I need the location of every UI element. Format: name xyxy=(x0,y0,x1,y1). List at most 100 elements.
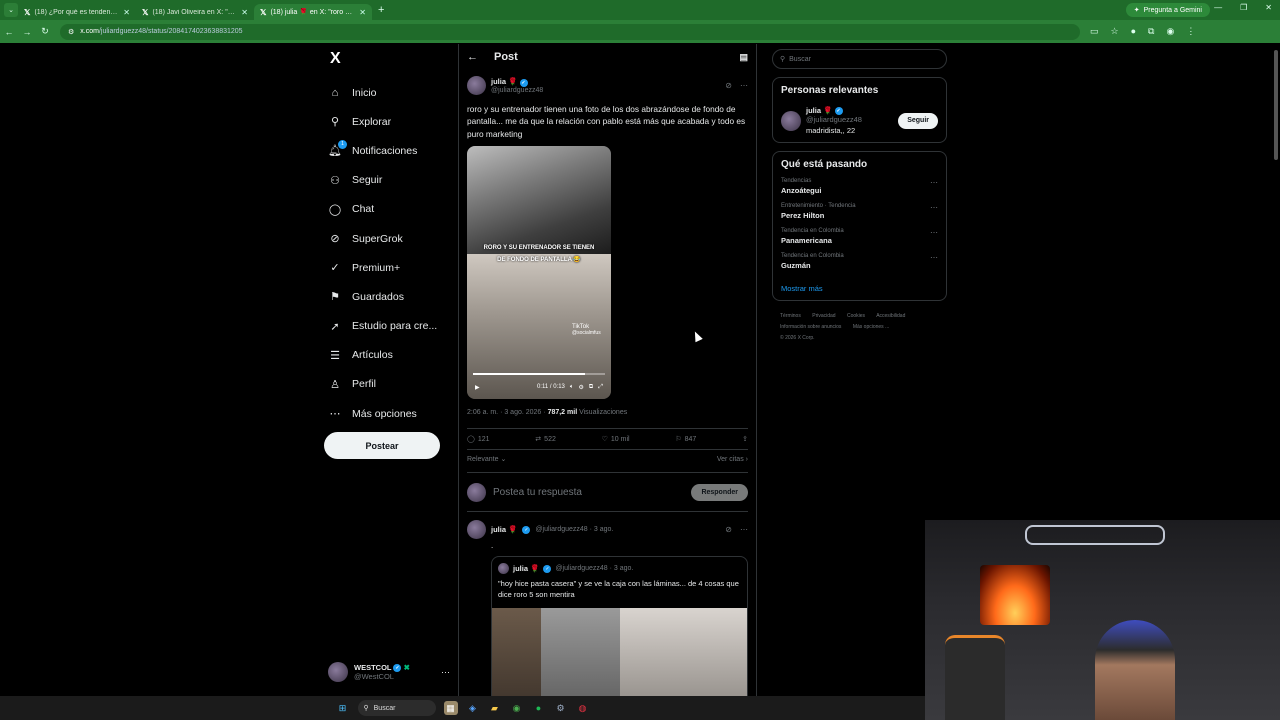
play-icon[interactable]: ▶ xyxy=(475,384,480,391)
more-icon[interactable]: ⋯ xyxy=(930,203,938,212)
nav-item-articulos[interactable]: ☰ Artículos xyxy=(328,341,437,370)
browser-tab[interactable]: 𝕏 (18) ¿Por qué es tendencia en N ✕ xyxy=(18,4,136,20)
nav-item-seguir[interactable]: ⚇ Seguir xyxy=(328,166,437,195)
file-explorer-icon[interactable]: ▰ xyxy=(488,701,502,715)
footer-link[interactable]: Términos xyxy=(780,313,801,319)
avatar[interactable] xyxy=(467,76,486,95)
nav-item-estudio[interactable]: ➚ Estudio para cre... xyxy=(328,312,437,341)
bookmark-button[interactable]: ⚐ 847 xyxy=(675,435,696,444)
close-window-icon[interactable]: ✕ xyxy=(1265,3,1272,12)
nav-item-chat[interactable]: ◯ Chat xyxy=(328,195,437,224)
volume-icon[interactable]: 🔈︎ xyxy=(570,384,574,391)
sort-dropdown[interactable]: Relevante ⌄ xyxy=(467,455,506,463)
nav-item-guardados[interactable]: ⚑ Guardados xyxy=(328,282,437,311)
scrollbar[interactable] xyxy=(1274,50,1278,160)
responder-button[interactable]: Responder xyxy=(691,483,748,501)
extension-icon[interactable]: ● xyxy=(1131,26,1136,37)
follow-button[interactable]: Seguir xyxy=(898,112,938,129)
author-handle[interactable]: @juliardguezz48 xyxy=(491,87,543,94)
footer-link[interactable]: Más opciones ... xyxy=(853,324,889,330)
more-icon[interactable]: ⋯ xyxy=(740,525,748,534)
quote-media[interactable] xyxy=(492,608,747,696)
search-input[interactable]: ⚲ Buscar xyxy=(772,49,947,69)
author-name[interactable]: julia 🌹 xyxy=(491,525,517,534)
reply-button[interactable]: ◯ 121 xyxy=(467,435,490,444)
widgets-icon[interactable]: ▦ xyxy=(443,701,458,715)
more-icon[interactable]: ⋯ xyxy=(930,228,938,237)
like-button[interactable]: ♡ 10 mil xyxy=(602,435,630,444)
browser-tab[interactable]: 𝕏 (18) Javi Oliveira en X: "Roro n ✕ xyxy=(136,4,254,20)
account-switcher[interactable]: WESTCOL ✓ ✖ @WestCOL ⋯ xyxy=(328,662,450,682)
nav-item-perfil[interactable]: ♙ Perfil xyxy=(328,370,437,399)
author-name[interactable]: julia 🌹 xyxy=(491,77,517,86)
grok-icon[interactable]: ⊘ xyxy=(725,81,732,90)
close-icon[interactable]: ✕ xyxy=(241,8,248,17)
site-info-icon[interactable]: ⚙ xyxy=(68,28,74,36)
nav-item-mas-opciones[interactable]: ⋯ Más opciones xyxy=(328,399,437,428)
nav-item-supergrok[interactable]: ⊘ SuperGrok xyxy=(328,224,437,253)
postear-button[interactable]: Postear xyxy=(324,432,440,459)
windows-start-icon[interactable]: ⊞ xyxy=(336,701,350,715)
post-timestamp[interactable]: 2:06 a. m. · 3 ago. 2026 · xyxy=(467,409,548,416)
show-more-link[interactable]: Mostrar más xyxy=(781,284,938,293)
tab-search-button[interactable]: ⌄ xyxy=(4,3,18,17)
reply-input[interactable]: Postea tu respuesta xyxy=(493,487,582,498)
nav-item-explorar[interactable]: ⚲ Explorar xyxy=(328,107,437,136)
streamer xyxy=(1095,620,1175,720)
share-button[interactable]: ⇪ xyxy=(742,435,748,443)
verified-icon: ✓ xyxy=(834,107,843,116)
settings-icon[interactable]: ⚙ xyxy=(554,701,568,715)
close-icon[interactable]: ✕ xyxy=(123,8,130,17)
pip-icon[interactable]: ⧉ xyxy=(589,384,593,391)
new-tab-button[interactable]: + xyxy=(378,4,384,16)
copilot-icon[interactable]: ◈ xyxy=(466,701,480,715)
back-arrow-icon[interactable]: ← xyxy=(467,51,478,63)
footer-link[interactable]: Privacidad xyxy=(812,313,835,319)
grok-icon[interactable]: ⊘ xyxy=(725,525,732,534)
trend-item[interactable]: Tendencias Anzoátegui ⋯ xyxy=(781,178,938,195)
quoted-post[interactable]: julia 🌹 ✓ @juliardguezz48 · 3 ago. "hoy … xyxy=(491,556,748,696)
video-player[interactable]: RORO Y SU ENTRENADOR SE TIENEN DE FONDO D… xyxy=(467,146,611,400)
restore-icon[interactable]: ❐ xyxy=(1240,3,1247,12)
menu-icon[interactable]: ⋮ xyxy=(1186,26,1195,37)
avatar[interactable] xyxy=(467,520,486,540)
browser-tab-active[interactable]: 𝕏 (18) julia 🌹 en X: "roro y su en ✕ xyxy=(254,4,372,20)
more-icon[interactable]: ⋯ xyxy=(740,81,748,90)
nav-item-notificaciones[interactable]: 🔔︎ 1 Notificaciones xyxy=(328,136,437,165)
puzzle-icon[interactable]: ⧉ xyxy=(1148,26,1154,37)
footer-link[interactable]: Información sobre anuncios xyxy=(780,324,841,330)
reload-icon[interactable]: ↻ xyxy=(36,26,54,37)
settings-icon[interactable]: ⚙ xyxy=(579,384,584,391)
nav-item-premium[interactable]: ✓ Premium+ xyxy=(328,253,437,282)
reader-mode-icon[interactable]: ▤ xyxy=(739,52,748,63)
close-icon[interactable]: ✕ xyxy=(359,8,366,17)
repost-button[interactable]: ⇄ 522 xyxy=(535,435,556,444)
more-icon[interactable]: ⋯ xyxy=(930,253,938,262)
quotes-link[interactable]: Ver citas › xyxy=(717,456,748,463)
more-icon[interactable]: ⋯ xyxy=(441,667,450,678)
gemini-button[interactable]: ✦ Pregunta a Gemini xyxy=(1125,3,1210,17)
nav-item-inicio[interactable]: ⌂ Inicio xyxy=(328,78,437,107)
forward-icon[interactable]: → xyxy=(18,27,36,37)
trend-item[interactable]: Tendencia en Colombia Panamericana ⋯ xyxy=(781,228,938,245)
trend-item[interactable]: Tendencia en Colombia Guzmán ⋯ xyxy=(781,253,938,270)
bookmark-star-icon[interactable]: ☆ xyxy=(1111,26,1119,37)
more-icon[interactable]: ⋯ xyxy=(930,178,938,187)
footer-link[interactable]: Cookies xyxy=(847,313,865,319)
chrome-icon[interactable]: ◉ xyxy=(510,701,524,715)
install-icon[interactable]: ▭ xyxy=(1090,26,1099,37)
app-icon[interactable]: ◍ xyxy=(576,701,590,715)
taskbar-search[interactable]: ⚲ Buscar xyxy=(357,700,436,716)
minimize-icon[interactable]: — xyxy=(1214,3,1222,12)
author-handle[interactable]: @juliardguezz48 · 3 ago. xyxy=(535,526,613,533)
author-name-row[interactable]: julia 🌹 ✓ xyxy=(491,77,543,87)
footer-link[interactable]: Accesibilidad xyxy=(876,313,905,319)
back-icon[interactable]: ← xyxy=(0,27,18,37)
x-logo-icon[interactable]: X xyxy=(330,50,341,68)
trend-item[interactable]: Entretenimiento · Tendencia Perez Hilton ⋯ xyxy=(781,203,938,220)
spotify-icon[interactable]: ● xyxy=(532,701,546,715)
relevant-person[interactable]: julia 🌹 ✓ @juliardguezz48 madridista,, 2… xyxy=(781,106,938,135)
fullscreen-icon[interactable]: ⤢ xyxy=(598,384,603,391)
url-field[interactable]: ⚙ x.com/juliardguezz48/status/2084174023… xyxy=(60,23,1080,40)
profile-icon[interactable]: ◉ xyxy=(1166,26,1174,37)
